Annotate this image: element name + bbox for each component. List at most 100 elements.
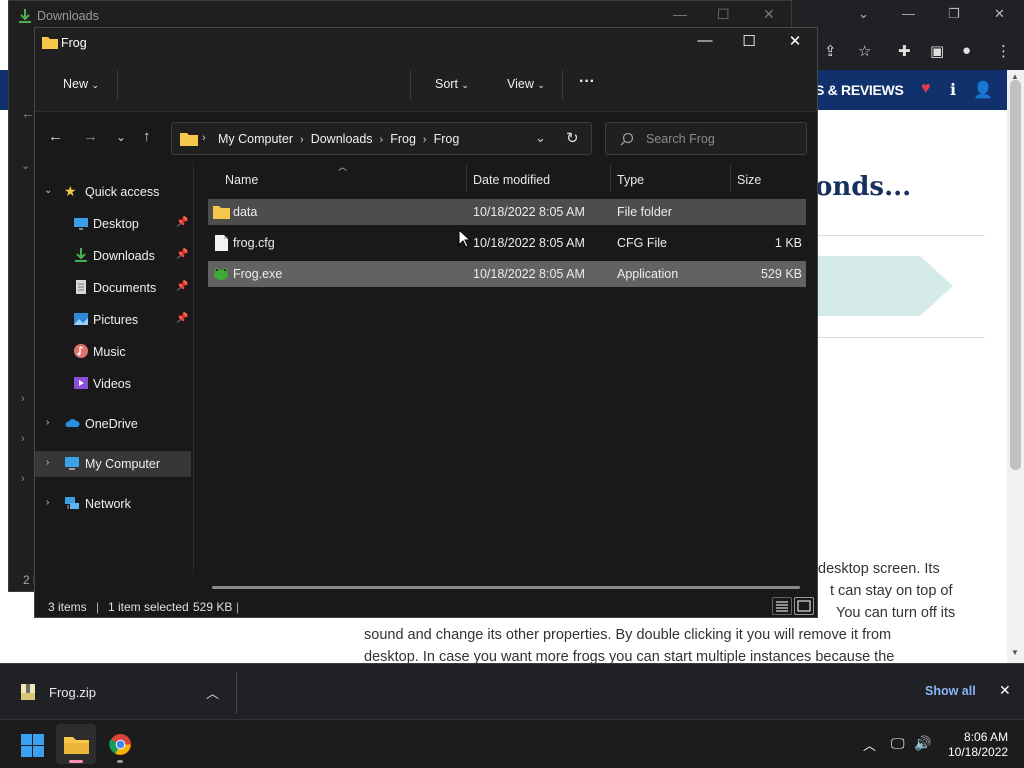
extensions-icon[interactable]: ✚ [898,42,911,60]
search-input[interactable]: Search Frog [605,122,807,155]
chevron-up-icon[interactable]: ︿ [863,735,876,754]
sidebar-item-pictures[interactable]: Pictures 📌 [35,307,191,333]
more-options-button[interactable]: ··· [579,73,595,91]
column-header-name[interactable]: Name [225,173,258,187]
minimize-button[interactable]: — [687,32,723,49]
status-separator: | [236,600,240,614]
sort-button[interactable]: Sort ⌄ [435,77,469,91]
horizontal-scrollbar[interactable] [212,586,800,589]
sidebar-item-my-computer[interactable]: › My Computer [35,451,191,477]
side-panel-icon[interactable]: ▣ [930,42,944,60]
chevron-down-icon[interactable]: ⌄ [858,6,869,22]
close-icon[interactable]: ✕ [999,682,1011,699]
file-explorer-window[interactable]: Frog — ☐ ✕ New ⌄ Sort ⌄ View ⌄ ··· ← → ⌄… [34,27,818,618]
breadcrumb-item[interactable]: My Computer [218,132,293,146]
info-icon[interactable]: ℹ [950,80,956,100]
sidebar-item-videos[interactable]: Videos [35,371,191,397]
maximize-button[interactable]: ☐ [731,32,767,50]
bookmark-star-icon[interactable]: ☆ [858,42,871,60]
sidebar-item-onedrive[interactable]: › OneDrive [35,411,191,437]
sidebar-item-desktop[interactable]: Desktop 📌 [35,211,191,237]
network-monitor-icon[interactable]: 🖵 [891,735,905,752]
column-divider[interactable] [466,164,467,192]
file-row-selected[interactable]: Frog.exe 10/18/2022 8:05 AM Application … [208,261,806,287]
close-icon[interactable]: ✕ [763,6,775,23]
network-icon [65,497,79,509]
address-bar[interactable]: › My Computer › Downloads › Frog › Frog ⌄ ↻ [171,122,592,155]
large-icons-view-button[interactable] [794,597,814,615]
column-header-size[interactable]: Size [737,173,761,187]
windows-start-icon[interactable] [21,734,44,757]
chevron-right-icon[interactable]: › [21,433,25,445]
minimize-icon[interactable]: — [902,6,915,21]
maximize-icon[interactable]: ☐ [717,6,730,23]
browser-tab-strip: ⌄ — ❐ ✕ ⇪ ☆ ✚ ▣ ● ⋮ [790,0,1024,70]
sidebar-item-documents[interactable]: Documents 📌 [35,275,191,301]
menu-kebab-icon[interactable]: ⋮ [996,42,1011,60]
sidebar-item-label: OneDrive [85,417,138,431]
volume-icon[interactable]: 🔊 [914,735,931,752]
taskbar-chrome-button[interactable] [100,724,140,764]
new-button[interactable]: New ⌄ [63,77,99,91]
scroll-up-icon[interactable]: ▲ [1011,72,1019,81]
chevron-right-icon[interactable]: › [46,497,49,508]
details-view-button[interactable] [772,597,792,615]
download-item-filename[interactable]: Frog.zip [49,685,96,700]
page-scrollbar[interactable]: ▼ ▲ [1007,70,1024,663]
chevron-right-icon[interactable]: › [21,393,25,405]
chevron-right-icon[interactable]: › [21,473,25,485]
navigation-pane: ⌄ ★ Quick access Desktop 📌 Downloads 📌 D… [35,162,193,594]
star-icon: ★ [64,183,77,199]
user-icon[interactable]: 👤 [973,80,993,100]
column-divider[interactable] [610,164,611,192]
chevron-up-icon[interactable]: ︿ [206,683,219,702]
scroll-down-icon[interactable]: ▼ [1011,648,1019,657]
file-date: 10/18/2022 8:05 AM [473,236,585,250]
close-icon[interactable]: ✕ [994,6,1005,22]
sidebar-item-downloads[interactable]: Downloads 📌 [35,243,191,269]
taskbar-file-explorer-button[interactable] [56,724,96,764]
scroll-thumb[interactable] [1010,80,1021,470]
file-name: data [233,205,258,219]
up-arrow-icon[interactable]: ↑ [143,128,151,145]
system-clock[interactable]: 8:06 AM 10/18/2022 [948,730,1008,760]
file-type: File folder [617,205,672,219]
cloud-icon [65,419,80,427]
window-title: Frog [61,36,87,50]
minimize-icon[interactable]: — [673,6,687,22]
refresh-icon[interactable]: ↻ [566,129,579,147]
chevron-down-icon[interactable]: ⌄ [535,130,546,146]
nav-reviews-link[interactable]: S & REVIEWS [815,82,904,98]
videos-icon [74,377,88,389]
chevron-down-icon[interactable]: ⌄ [44,185,52,196]
view-button[interactable]: View ⌄ [507,77,545,91]
chevron-right-icon[interactable]: › [46,417,49,428]
breadcrumb-item[interactable]: Frog [434,132,460,146]
sidebar-item-music[interactable]: Music [35,339,191,365]
close-button[interactable]: ✕ [777,32,813,50]
restore-icon[interactable]: ❐ [948,6,960,22]
column-header-date[interactable]: Date modified [473,173,550,187]
show-all-downloads-link[interactable]: Show all [925,684,976,698]
sidebar-item-quick-access[interactable]: ⌄ ★ Quick access [35,179,191,205]
chevron-right-icon[interactable]: › [46,457,49,468]
breadcrumb-item[interactable]: Downloads [311,132,373,146]
back-arrow-icon[interactable]: ← [48,128,63,145]
chevron-down-icon[interactable]: ⌄ [21,159,30,172]
heart-icon[interactable]: ♥ [921,80,931,98]
profile-icon[interactable]: ● [962,42,971,59]
share-icon[interactable]: ⇪ [824,42,837,60]
breadcrumb: My Computer › Downloads › Frog › Frog [218,132,459,146]
recent-locations-chevron-icon[interactable]: ⌄ [116,130,126,144]
forward-arrow-icon[interactable]: → [83,128,98,145]
pane-divider[interactable] [193,162,194,574]
column-divider[interactable] [730,164,731,192]
file-row[interactable]: frog.cfg 10/18/2022 8:05 AM CFG File 1 K… [208,230,806,256]
file-row[interactable]: data 10/18/2022 8:05 AM File folder [208,199,806,225]
column-header-type[interactable]: Type [617,173,644,187]
title-bar[interactable]: Frog — ☐ ✕ [35,28,817,58]
back-arrow-icon[interactable]: ← [21,105,35,121]
breadcrumb-item[interactable]: Frog [390,132,416,146]
sidebar-item-network[interactable]: › Network [35,491,191,517]
view-label: View [507,77,534,91]
